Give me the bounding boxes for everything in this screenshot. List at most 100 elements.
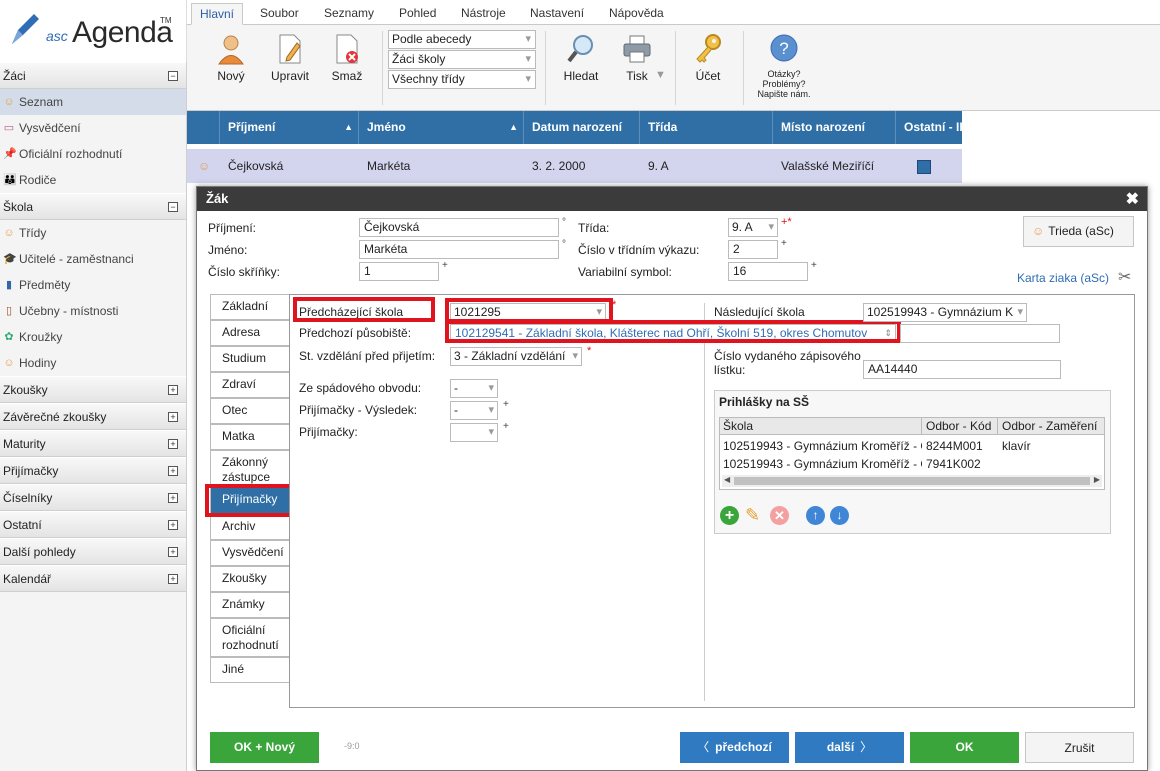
tab-nastaveni[interactable]: Nastavení <box>522 3 592 25</box>
scroll-thumb[interactable] <box>734 477 1090 485</box>
trida-select[interactable]: 9. A <box>728 218 778 237</box>
sidebar-item-hodiny[interactable]: ☺ Hodiny <box>0 350 186 376</box>
tab-pohled[interactable]: Pohled <box>391 3 444 25</box>
sidebar-item-rodice[interactable]: 👪 Rodiče <box>0 167 186 193</box>
expand-icon[interactable]: + <box>168 466 178 476</box>
tab-hlavni[interactable]: Hlavní <box>191 3 244 25</box>
sidebar-item-oficialni-rozhodnuti[interactable]: 📌 Oficiální rozhodnutí <box>0 141 186 167</box>
tab-napoveda[interactable]: Nápověda <box>601 3 672 25</box>
col-skola[interactable]: Škola <box>723 418 922 435</box>
variabilni-field[interactable]: 16 <box>728 262 808 281</box>
sidebar-section-prijimacky[interactable]: Přijímačky + <box>0 457 186 484</box>
side-tab-zdravi[interactable]: Zdraví <box>210 372 289 398</box>
grid-col-misto[interactable]: Místo narození <box>773 111 896 144</box>
side-tab-zkousky[interactable]: Zkoušky <box>210 566 289 592</box>
class-select[interactable]: Všechny třídy <box>388 70 536 89</box>
col-odbor-zamereni[interactable]: Odbor - Zaměření <box>1002 418 1102 434</box>
scroll-left-icon[interactable]: ◀ <box>724 475 730 484</box>
side-tab-studium[interactable]: Studium <box>210 346 289 372</box>
side-tab-archiv[interactable]: Archiv <box>210 514 289 540</box>
collapse-icon[interactable]: − <box>168 202 178 212</box>
delete-button[interactable]: Smaž <box>327 31 367 83</box>
sidebar-section-zaci[interactable]: Žáci − <box>0 62 186 89</box>
st-vzdelani-select[interactable]: 3 - Základní vzdělání <box>450 347 582 366</box>
expand-icon[interactable]: + <box>168 439 178 449</box>
col-odbor-kod[interactable]: Odbor - Kód <box>926 418 998 435</box>
sidebar-section-dalsi-pohledy[interactable]: Další pohledy + <box>0 538 186 565</box>
grid-col-datum[interactable]: Datum narození <box>524 111 640 144</box>
vysledek-select[interactable]: - <box>450 401 498 420</box>
sidebar-item-ucitele[interactable]: 🎓 Učitelé - zaměstnanci <box>0 246 186 272</box>
expand-icon[interactable]: + <box>168 385 178 395</box>
sidebar-section-zaverecne-zkousky[interactable]: Závěrečné zkoušky + <box>0 403 186 430</box>
sidebar-item-predmety[interactable]: ▮ Předměty <box>0 272 186 298</box>
expand-icon[interactable]: + <box>168 547 178 557</box>
side-tab-zakladni[interactable]: Základní <box>210 294 289 320</box>
close-icon[interactable]: ✖ <box>1126 189 1139 209</box>
sidebar-section-zkousky[interactable]: Zkoušky + <box>0 376 186 403</box>
previous-button[interactable]: 〈 předchozí <box>680 732 789 763</box>
scroll-right-icon[interactable]: ▶ <box>1094 475 1100 484</box>
tab-soubor[interactable]: Soubor <box>252 3 307 25</box>
ok-new-button[interactable]: OK + Nový <box>210 732 319 763</box>
pusobiste-extra-field[interactable] <box>900 324 1060 343</box>
account-button[interactable]: Účet <box>687 31 729 83</box>
filter-select[interactable]: Žáci školy <box>388 50 536 69</box>
grid-col-ostatni[interactable]: Ostatní - II <box>896 111 962 144</box>
spadovy-obvod-select[interactable]: - <box>450 379 498 398</box>
karta-ziaka-link[interactable]: Karta ziaka (aSc) <box>1017 271 1109 285</box>
remove-icon[interactable]: ✕ <box>770 506 789 525</box>
search-button[interactable]: Hledat <box>557 31 605 83</box>
edit-pencil-icon[interactable]: ✎ <box>745 505 760 526</box>
side-tab-znamky[interactable]: Známky <box>210 592 289 618</box>
table-row[interactable]: 102519943 - Gymnázium Kroměříž - G 7941K… <box>720 455 1104 473</box>
prijimacky-select[interactable] <box>450 423 498 442</box>
tab-nastroje[interactable]: Nástroje <box>453 3 514 25</box>
horizontal-scrollbar[interactable]: ◀ ▶ <box>722 475 1102 487</box>
tools-icon[interactable]: ✂ <box>1118 267 1131 287</box>
table-row[interactable]: ☺ Čejkovská Markéta 3. 2. 2000 9. A Vala… <box>187 149 962 183</box>
move-up-icon[interactable]: ↑ <box>806 506 825 525</box>
expand-icon[interactable]: + <box>168 574 178 584</box>
sidebar-item-tridy[interactable]: ☺ Třídy <box>0 220 186 246</box>
cislo-skrinky-field[interactable]: 1 <box>359 262 439 281</box>
grid-col-trida[interactable]: Třída <box>640 111 773 144</box>
side-tab-matka[interactable]: Matka <box>210 424 289 450</box>
add-icon[interactable]: + <box>720 506 739 525</box>
sidebar-section-ostatni[interactable]: Ostatní + <box>0 511 186 538</box>
sidebar-section-ciselniky[interactable]: Číselníky + <box>0 484 186 511</box>
grid-col-prijmeni[interactable]: Příjmení ▲ <box>220 111 359 144</box>
print-dropdown-icon[interactable]: ▼ <box>655 69 666 81</box>
nasledujici-skola-select[interactable]: 102519943 - Gymnázium K <box>863 303 1027 322</box>
sort-select[interactable]: Podle abecedy <box>388 30 536 49</box>
zapisovy-listek-field[interactable]: AA14440 <box>863 360 1061 379</box>
side-tab-adresa[interactable]: Adresa <box>210 320 289 346</box>
next-button[interactable]: další 〉 <box>795 732 904 763</box>
edit-button[interactable]: Upravit <box>267 31 313 83</box>
trieda-button[interactable]: ☺ Trieda (aSc) <box>1023 216 1134 247</box>
expand-icon[interactable]: + <box>168 493 178 503</box>
sidebar-item-seznam[interactable]: ☺ Seznam <box>0 89 186 115</box>
side-tab-jine[interactable]: Jiné <box>210 657 289 683</box>
tab-seznamy[interactable]: Seznamy <box>316 3 382 25</box>
cislo-vykazu-field[interactable]: 2 <box>728 240 778 259</box>
sidebar-item-vysvedceni[interactable]: ▭ Vysvědčení <box>0 115 186 141</box>
cancel-button[interactable]: Zrušit <box>1025 732 1134 763</box>
side-tab-zakonny-zastupce[interactable]: Zákonný zástupce <box>210 450 289 487</box>
new-button[interactable]: Nový <box>209 31 253 83</box>
expand-icon[interactable]: + <box>168 412 178 422</box>
prijmeni-field[interactable]: Čejkovská <box>359 218 559 237</box>
side-tab-vysvedceni[interactable]: Vysvědčení <box>210 540 289 566</box>
table-row[interactable]: 102519943 - Gymnázium Kroměříž - G 8244M… <box>720 437 1104 455</box>
grid-col-jmeno[interactable]: Jméno ▲ <box>359 111 524 144</box>
jmeno-field[interactable]: Markéta <box>359 240 559 259</box>
sidebar-item-ucebny[interactable]: ▯ Učebny - místnosti <box>0 298 186 324</box>
side-tab-otec[interactable]: Otec <box>210 398 289 424</box>
sidebar-section-maturity[interactable]: Maturity + <box>0 430 186 457</box>
print-button[interactable]: Tisk <box>617 31 657 83</box>
expand-icon[interactable]: + <box>168 520 178 530</box>
help-button[interactable]: ? Otázky? Problémy? Napište nám. <box>753 31 815 99</box>
sidebar-section-skola[interactable]: Škola − <box>0 193 186 220</box>
ok-button[interactable]: OK <box>910 732 1019 763</box>
side-tab-oficialni-rozhodnuti[interactable]: Oficiální rozhodnutí <box>210 618 289 657</box>
